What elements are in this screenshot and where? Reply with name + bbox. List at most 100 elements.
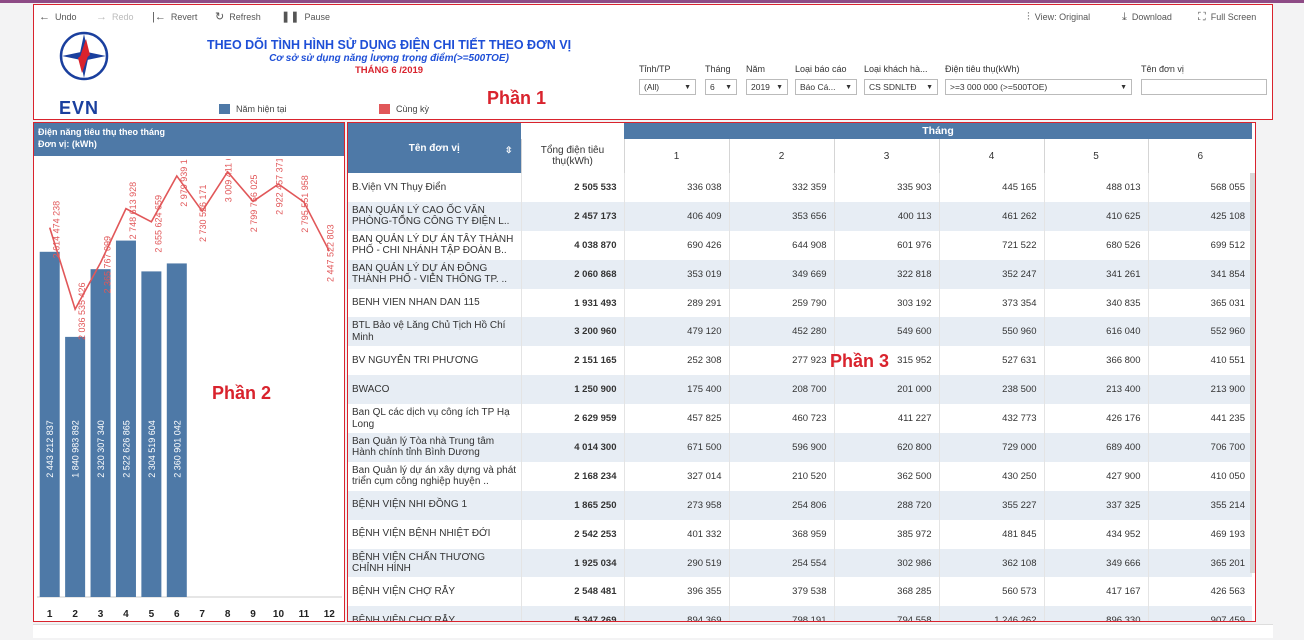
revert-icon: |← xyxy=(152,11,166,23)
month-value-cell: 410 050 xyxy=(1147,461,1252,491)
view-original-button[interactable]: ⫶ View: Original xyxy=(1027,12,1090,23)
month-value-cell: 259 790 xyxy=(728,288,834,318)
month-value-cell: 368 285 xyxy=(833,577,939,607)
column-header-month[interactable]: 4 xyxy=(938,139,1044,173)
month-value-cell: 277 923 xyxy=(728,346,834,376)
download-button[interactable]: ⤓ Download xyxy=(1122,12,1172,23)
month-value-cell: 362 500 xyxy=(833,461,939,491)
table-row[interactable]: Ban Quản lý dự án xây dựng và phát triển… xyxy=(348,461,1252,491)
table-row[interactable]: BỆNH VIỆN NHI ĐỒNG 11 865 250 273 958 254 … xyxy=(348,490,1252,520)
sort-icon[interactable]: ⇳ xyxy=(505,145,513,156)
undo-button[interactable]: ← Undo xyxy=(39,11,77,23)
table-row[interactable]: Ban Quản lý Tòa nhà Trung tâm Hành chính… xyxy=(348,433,1252,462)
chevron-down-icon: ▼ xyxy=(845,83,852,91)
month-value-cell: 445 165 xyxy=(938,173,1044,202)
redo-button[interactable]: → Redo xyxy=(96,12,134,23)
pause-icon: ❚❚ xyxy=(281,11,300,23)
total-cell: 2 151 165 xyxy=(520,346,624,376)
filter-year-label: Năm xyxy=(746,64,766,74)
chevron-down-icon: ▼ xyxy=(725,83,732,91)
pause-label: Pause xyxy=(304,12,330,22)
unit-name-cell: BENH VIEN NHAN DAN 115 xyxy=(352,297,480,309)
chart-title: Điện năng tiêu thụ theo tháng xyxy=(38,127,165,137)
month-value-cell: 552 960 xyxy=(1147,317,1252,347)
table-row[interactable]: BỆNH VIỆN CHẤN THƯƠNG CHỈNH HÌNH 1 925 03… xyxy=(348,548,1252,578)
column-header-unit[interactable]: Tên đơn vị ⇳ xyxy=(348,123,521,173)
line-value-label: 2 922 457 371 xyxy=(274,159,284,215)
column-header-total[interactable]: Tổng điện tiêu thụ(kWh) xyxy=(520,139,624,173)
part3-label: Phần 3 xyxy=(830,351,890,371)
filter-consumption: Điện tiêu thụ(kWh) >=3 000 000 (>=500TOE… xyxy=(945,64,1132,95)
month-value-cell: 341 261 xyxy=(1043,259,1148,289)
report-type-select-value: Báo Cá... xyxy=(800,82,836,92)
month-value-cell: 254 806 xyxy=(728,490,834,520)
table-scrollbar[interactable] xyxy=(1250,173,1255,573)
x-tick-label: 7 xyxy=(199,609,205,620)
filter-consumption-label: Điện tiêu thụ(kWh) xyxy=(945,64,1020,74)
line-value-label: 2 036 535 426 xyxy=(77,282,87,340)
report-type-select[interactable]: Báo Cá... ▼ xyxy=(795,79,857,95)
x-tick-label: 3 xyxy=(98,609,104,620)
full-screen-icon: ⛶ xyxy=(1198,11,1206,23)
unit-name-cell: BAN QUẢN LÝ DỰ ÁN ĐÔNG THÀNH PHỐ - VIỄN … xyxy=(348,259,521,289)
table-row[interactable]: BAN QUẢN LÝ DỰ ÁN TÂY THÀNH PHỐ - CHI NH… xyxy=(348,230,1252,260)
month-value-cell: 690 426 xyxy=(623,230,729,260)
unit-name-input[interactable] xyxy=(1141,79,1267,95)
x-tick-label: 9 xyxy=(250,609,256,620)
x-tick-label: 11 xyxy=(299,609,310,620)
monthly-consumption-chart: 2 443 212 837 1 840 983 892 2 320 307 340 2… xyxy=(37,159,342,620)
column-header-month[interactable]: 1 xyxy=(623,139,729,173)
refresh-button[interactable]: ↻ Refresh xyxy=(215,11,261,23)
table-row[interactable]: BWACO 1 250 900 175 400 208 700 201 000 238 5… xyxy=(348,375,1252,405)
pause-button[interactable]: ❚❚ Pause xyxy=(281,11,330,23)
unit-name-cell: BTL Bảo vệ Lăng Chủ Tịch Hồ Chí Minh xyxy=(348,317,521,347)
month-value-cell: 550 960 xyxy=(938,317,1044,347)
table-row[interactable]: BENH VIEN NHAN DAN 115 1 931 493 289 291 25… xyxy=(348,288,1252,318)
bar-value-label: 2 522 626 865 xyxy=(121,420,131,478)
table-row[interactable]: BỆNH VIỆN BỆNH NHIỆT ĐỚI 2 542 253 401 332… xyxy=(348,519,1252,549)
customer-type-select[interactable]: CS SDNLTĐ ▼ xyxy=(864,79,938,95)
consumption-select[interactable]: >=3 000 000 (>=500TOE) ▼ xyxy=(945,79,1132,95)
column-header-month[interactable]: 3 xyxy=(833,139,939,173)
total-cell: 2 168 234 xyxy=(520,461,624,491)
refresh-icon: ↻ xyxy=(215,11,225,23)
full-screen-button[interactable]: ⛶ Full Screen xyxy=(1198,11,1256,23)
month-value-cell: 322 818 xyxy=(833,259,939,289)
undo-icon: ← xyxy=(39,11,50,23)
section-monthly-chart: Điện năng tiêu thụ theo tháng Đơn vị: (k… xyxy=(33,122,345,622)
month-value-cell: 303 192 xyxy=(833,288,939,318)
unit-name-cell: BWACO xyxy=(348,375,521,405)
table-row[interactable]: BAN QUẢN LÝ CAO ỐC VĂN PHÒNG-TỔNG CÔNG T… xyxy=(348,201,1252,231)
month-value-cell: 252 308 xyxy=(623,346,729,376)
month-value-cell: 410 551 xyxy=(1147,346,1252,376)
table-row[interactable]: BAN QUẢN LÝ DỰ ÁN ĐÔNG THÀNH PHỐ - VIỄN … xyxy=(348,259,1252,289)
column-header-month[interactable]: 2 xyxy=(728,139,834,173)
table-row[interactable]: BỆNH VIỆN CHỢ RẪY 2 548 481 396 355 379 538… xyxy=(348,577,1252,607)
month-value-cell: 549 600 xyxy=(833,317,939,347)
total-cell: 4 038 870 xyxy=(520,230,624,260)
month-value-cell: 441 235 xyxy=(1147,404,1252,434)
total-cell: 4 014 300 xyxy=(520,433,624,462)
table-row[interactable]: BV NGUYỄN TRI PHƯƠNG 2 151 165 252 308 277 … xyxy=(348,346,1252,376)
month-value-cell: 289 291 xyxy=(623,288,729,318)
part1-label: Phần 1 xyxy=(487,88,547,108)
year-select[interactable]: 2019 ▼ xyxy=(746,79,788,95)
column-header-month[interactable]: 6 xyxy=(1147,139,1252,173)
month-value-cell: 671 500 xyxy=(623,433,729,462)
unit-header-label: Tên đơn vị xyxy=(408,142,460,154)
line-value-label: 2 365 767 099 xyxy=(103,236,113,294)
revert-button[interactable]: |← Revert xyxy=(152,11,197,23)
table-row[interactable]: BỆNH VIỆN CHỢ RẪY 5 347 269 894 369 798 191… xyxy=(348,606,1252,621)
legend-swatch-current xyxy=(219,104,230,114)
total-cell: 3 200 960 xyxy=(520,317,624,347)
table-row[interactable]: BTL Bảo vệ Lăng Chủ Tịch Hồ Chí Minh 3 20… xyxy=(348,317,1252,347)
table-row[interactable]: Ban QL các dịch vụ công ích TP Hạ Long 2 … xyxy=(348,404,1252,434)
month-value-cell: 396 355 xyxy=(623,577,729,607)
column-header-month[interactable]: 5 xyxy=(1043,139,1148,173)
month-select-value: 6 xyxy=(710,82,715,92)
table-row[interactable]: B.Viện VN Thụy Điển 2 505 533 336 038 332 3… xyxy=(348,173,1252,202)
month-value-cell: 410 625 xyxy=(1043,201,1148,231)
month-select[interactable]: 6 ▼ xyxy=(705,79,737,95)
province-select[interactable]: (All) ▼ xyxy=(639,79,696,95)
month-value-cell: 290 519 xyxy=(623,548,729,578)
